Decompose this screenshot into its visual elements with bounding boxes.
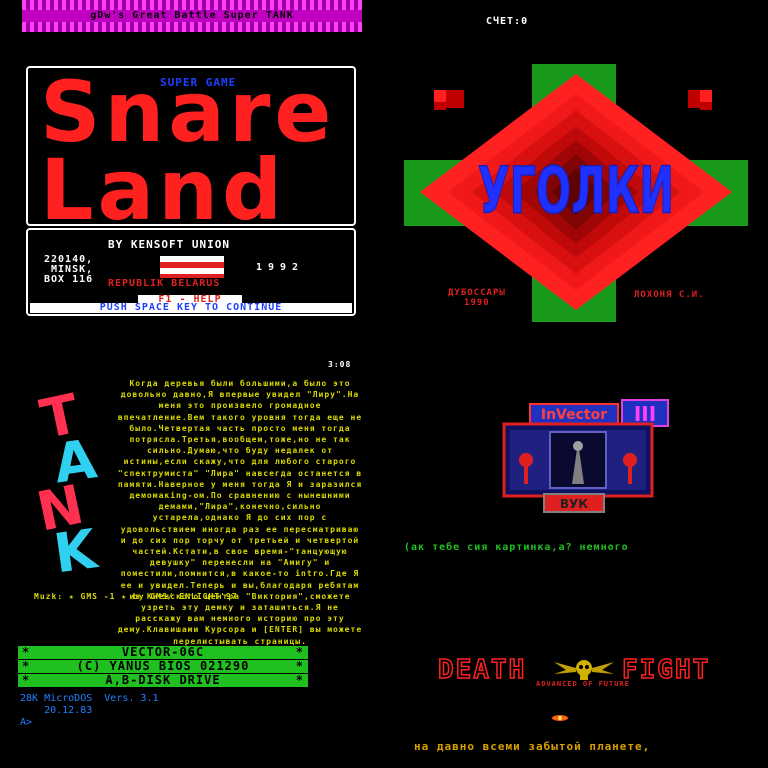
snare-title-word2: Land — [40, 141, 287, 239]
logo-letter: K — [50, 517, 102, 576]
score-label: СЧЕТ:0 — [486, 16, 529, 27]
address-label: 220140, MINSK, BOX 116 — [44, 254, 94, 285]
strip-title: gDw's Great Battle Super TANK — [22, 10, 362, 22]
deathfight-artwork: DEATH FIGHT — [437, 656, 710, 721]
ship-sprite — [552, 715, 568, 721]
city-label: ДУБОССАРЫ 1990 — [448, 288, 506, 308]
invector-artwork: InVector III ВУК — [502, 399, 669, 513]
bios-row: * A,B-DISK DRIVE * — [18, 674, 308, 687]
bios-row: * (C) YANUS BIOS 021290 * — [18, 660, 308, 673]
story-text: Когда деревья были большими,а было это д… — [117, 379, 363, 646]
invector-title: InVector — [541, 407, 607, 423]
year-label: 1992 — [256, 262, 305, 273]
skull-icon — [554, 660, 614, 680]
dos-prompt[interactable]: 28K MicroDOS Vers. 3.1 20.12.83 A> — [20, 693, 158, 729]
ugolki-title: УГОЛКИ — [478, 153, 674, 228]
super-game-label: SUPER GAME — [160, 76, 237, 89]
music-credit: Muzk: ★ GMS -1 ★ by GMS/ ENLIGHT'97 — [34, 592, 238, 601]
invector-number: III — [634, 402, 656, 426]
title-left: DEATH — [438, 656, 526, 685]
republic-label: REPUBLIK BELARUS — [108, 278, 221, 289]
ugolki-artwork: УГОЛКИ — [404, 64, 748, 322]
tank-logo: T A N K — [34, 382, 102, 576]
story-line: на давно всеми забытой планете, — [414, 740, 651, 753]
continue-prompt[interactable]: PUSH SPACE KEY TO CONTINUE — [30, 303, 352, 313]
title-right: FIGHT — [622, 656, 710, 685]
bios-row: * VECTOR-06C * — [18, 646, 308, 659]
image-caption: (ак тебе сия картинка,а? немного — [404, 542, 629, 553]
bios-banner: * VECTOR-06C * * (C) YANUS BIOS 021290 * * A,… — [18, 646, 308, 688]
author-label: ЛОХОНЯ С.И. — [634, 290, 705, 300]
subtitle: ADVANCED OF FUTURE — [536, 680, 630, 688]
belarus-flag — [160, 256, 224, 280]
invector-signature: ВУК — [560, 497, 588, 511]
author-label: BY KENSOFT UNION — [108, 238, 230, 251]
timer-label: 3:08 — [328, 360, 352, 369]
